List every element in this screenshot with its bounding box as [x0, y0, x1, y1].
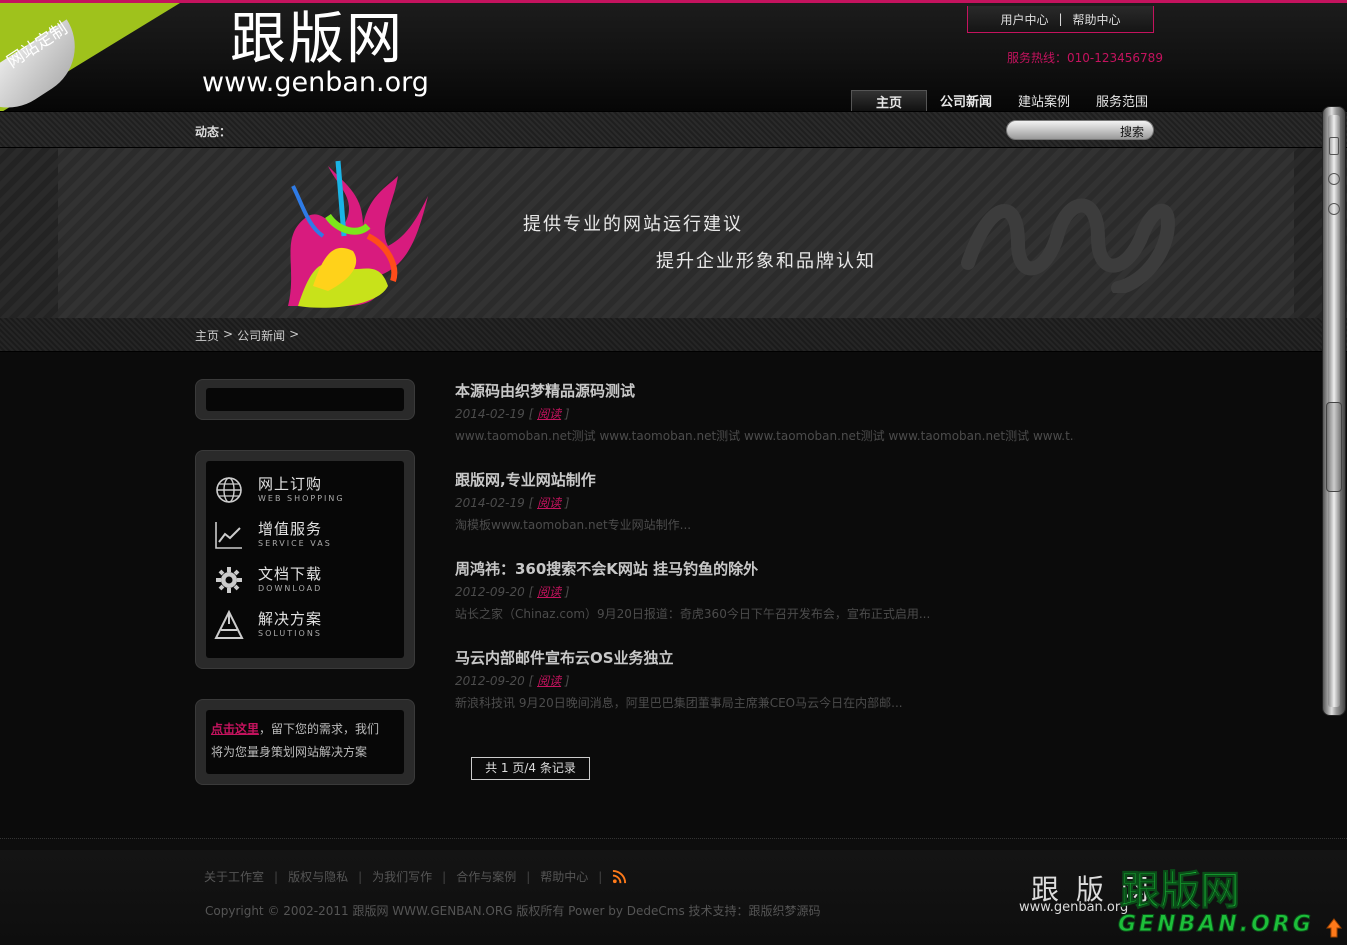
- chart-icon: [214, 520, 244, 550]
- gear-icon: [214, 565, 244, 595]
- article-title[interactable]: 跟版网,专业网站制作: [455, 470, 1075, 490]
- watermark-name: 跟版网: [1120, 868, 1241, 914]
- read-link[interactable]: 阅读: [537, 496, 561, 510]
- sidebar-item-service-vas[interactable]: 增值服务 SERVICE VAS: [206, 512, 404, 557]
- sidebar-item-title: 文档下载: [258, 564, 323, 583]
- sidebar-menu: 网上订购 WEB SHOPPING 增值服务 SERVICE VAS 文档下载 …: [206, 461, 404, 658]
- topbar-separator: |: [1058, 12, 1063, 26]
- article-desc: 淘模板www.taomoban.net专业网站制作...: [455, 518, 692, 532]
- article-item: 马云内部邮件宣布云OS业务独立 2012-09-20 [ 阅读 ] 新浪科技讯 …: [455, 648, 1075, 711]
- banner-slogan-2: 提升企业形象和品牌认知: [656, 251, 876, 272]
- ribbon-corner[interactable]: 网站定制: [0, 3, 180, 113]
- breadcrumb-current[interactable]: 公司新闻: [237, 327, 285, 344]
- user-center-link[interactable]: 用户中心: [1000, 11, 1048, 28]
- rss-icon[interactable]: [612, 869, 627, 884]
- footer: 关于工作室 | 版权与隐私 | 为我们写作 | 合作与案例 | 帮助中心 | Copyri…: [0, 850, 1347, 945]
- article-meta: 2014-02-19 [ 阅读 ]: [455, 407, 570, 421]
- footer-separator: |: [598, 869, 603, 884]
- article-title[interactable]: 马云内部邮件宣布云OS业务独立: [455, 648, 1075, 668]
- article-meta: 2014-02-19 [ 阅读 ]: [455, 496, 570, 510]
- wave-logo-graphic: [961, 198, 1176, 293]
- logo-name[interactable]: 跟版网: [230, 9, 404, 71]
- scroll-button[interactable]: [1328, 173, 1340, 185]
- article-desc: www.taomoban.net测试 www.taomoban.net测试 ww…: [455, 429, 1075, 443]
- scroll-button[interactable]: [1328, 203, 1340, 215]
- help-center-link[interactable]: 帮助中心: [1073, 11, 1121, 28]
- app-icon: [214, 609, 244, 640]
- read-link[interactable]: 阅读: [537, 585, 561, 599]
- footer-logo-domain: www.genban.org: [1019, 900, 1129, 915]
- sidebar-panel-empty-inner: [206, 388, 404, 411]
- article-meta: 2012-09-20 [ 阅读 ]: [455, 585, 570, 599]
- article-meta: 2012-09-20 [ 阅读 ]: [455, 674, 570, 688]
- footer-link-help[interactable]: 帮助中心: [540, 868, 588, 885]
- sidebar-item-title: 增值服务: [258, 519, 323, 538]
- sidebar-item-subtitle: WEB SHOPPING: [258, 493, 345, 503]
- sidebar-panel-empty: [195, 379, 415, 420]
- footer-divider: [0, 838, 1347, 850]
- globe-icon: [214, 475, 244, 505]
- scroll-button[interactable]: [1329, 137, 1339, 155]
- footer-link-write[interactable]: 为我们写作: [372, 868, 432, 885]
- article-item: 本源码由织梦精品源码测试 2014-02-19 [ 阅读 ] www.taomo…: [455, 381, 1075, 444]
- breadcrumb-separator: >: [223, 327, 234, 341]
- sidebar-item-solutions[interactable]: 解决方案 SOLUTIONS: [206, 602, 404, 647]
- read-link[interactable]: 阅读: [537, 407, 561, 421]
- article-date: 2012-09-20: [455, 674, 525, 688]
- article-item: 跟版网,专业网站制作 2014-02-19 [ 阅读 ] 淘模板www.taom…: [455, 470, 1075, 533]
- breadcrumb-home[interactable]: 主页: [195, 327, 219, 344]
- paint-splash-graphic: [288, 160, 428, 308]
- article-date: 2014-02-19: [455, 496, 525, 510]
- footer-separator: |: [442, 869, 447, 884]
- watermark-domain: GENBAN.ORG: [1118, 912, 1314, 938]
- logo-domain[interactable]: www.genban.org: [202, 67, 429, 99]
- footer-link-about[interactable]: 关于工作室: [204, 868, 264, 885]
- scrollbar-thumb[interactable]: [1326, 402, 1342, 492]
- banner-inner: 提供专业的网站运行建议 提升企业形象和品牌认知: [58, 148, 1294, 318]
- sidebar-item-subtitle: SERVICE VAS: [258, 538, 332, 548]
- footer-separator: |: [526, 869, 531, 884]
- banner-slogan-1: 提供专业的网站运行建议: [523, 214, 743, 235]
- article-date: 2014-02-19: [455, 407, 525, 421]
- footer-links: 关于工作室 | 版权与隐私 | 为我们写作 | 合作与案例 | 帮助中心 |: [204, 868, 627, 885]
- breadcrumb-trail: >: [289, 327, 300, 341]
- search-button[interactable]: 搜索: [1120, 123, 1144, 140]
- header: 网站定制 跟版网 www.genban.org 用户中心 | 帮助中心 服务热线…: [0, 3, 1347, 116]
- sidebar-menu-panel: 网上订购 WEB SHOPPING 增值服务 SERVICE VAS 文档下载 …: [195, 450, 415, 669]
- sidebar-item-subtitle: DOWNLOAD: [258, 583, 323, 593]
- pagination-info: 共 1 页/4 条记录: [471, 757, 590, 780]
- sidebar-item-web-shopping[interactable]: 网上订购 WEB SHOPPING: [206, 467, 404, 512]
- article-item: 周鸿祎：360搜索不会K网站 挂马钓鱼的除外 2012-09-20 [ 阅读 ]…: [455, 559, 1075, 622]
- back-to-top-arrow-icon[interactable]: [1326, 918, 1342, 938]
- footer-separator: |: [358, 869, 363, 884]
- scrollbar[interactable]: [1322, 106, 1346, 716]
- article-desc: 新浪科技讯 9月20日晚间消息，阿里巴巴集团董事局主席兼CEO马云今日在内部邮.…: [455, 696, 903, 710]
- breadcrumb-bar: 主页 > 公司新闻 >: [0, 318, 1347, 352]
- user-links-box: 用户中心 | 帮助中心: [967, 6, 1154, 33]
- sidebar-item-title: 网上订购: [258, 474, 323, 493]
- contact-link[interactable]: 点击这里: [211, 722, 259, 736]
- read-link[interactable]: 阅读: [537, 674, 561, 688]
- banner: 提供专业的网站运行建议 提升企业形象和品牌认知: [0, 148, 1347, 318]
- footer-link-copyright[interactable]: 版权与隐私: [288, 868, 348, 885]
- news-label: 动态：: [195, 125, 232, 139]
- footer-separator: |: [274, 869, 279, 884]
- sidebar-item-download[interactable]: 文档下载 DOWNLOAD: [206, 557, 404, 602]
- sidebar-item-title: 解决方案: [258, 609, 323, 628]
- article-date: 2012-09-20: [455, 585, 525, 599]
- contact-text: 点击这里，留下您的需求，我们 将为您量身策划网站解决方案: [206, 710, 404, 774]
- contact-text-2: 将为您量身策划网站解决方案: [211, 745, 368, 759]
- copyright: Copyright © 2002-2011 跟版网 WWW.GENBAN.ORG…: [205, 904, 821, 918]
- service-hotline: 服务热线：010-123456789: [1007, 51, 1163, 65]
- contact-text-1: ，留下您的需求，我们: [259, 722, 380, 736]
- article-desc: 站长之家（Chinaz.com）9月20日报道：奇虎360今日下午召开发布会，宣…: [455, 607, 931, 621]
- news-ticker-bar: 动态： 搜索: [0, 111, 1347, 148]
- breadcrumb: 主页 > 公司新闻 >: [195, 327, 299, 344]
- article-title[interactable]: 周鸿祎：360搜索不会K网站 挂马钓鱼的除外: [455, 559, 1075, 579]
- footer-link-cases[interactable]: 合作与案例: [456, 868, 516, 885]
- contact-panel: 点击这里，留下您的需求，我们 将为您量身策划网站解决方案: [195, 699, 415, 785]
- sidebar-item-subtitle: SOLUTIONS: [258, 628, 322, 638]
- article-title[interactable]: 本源码由织梦精品源码测试: [455, 381, 1075, 401]
